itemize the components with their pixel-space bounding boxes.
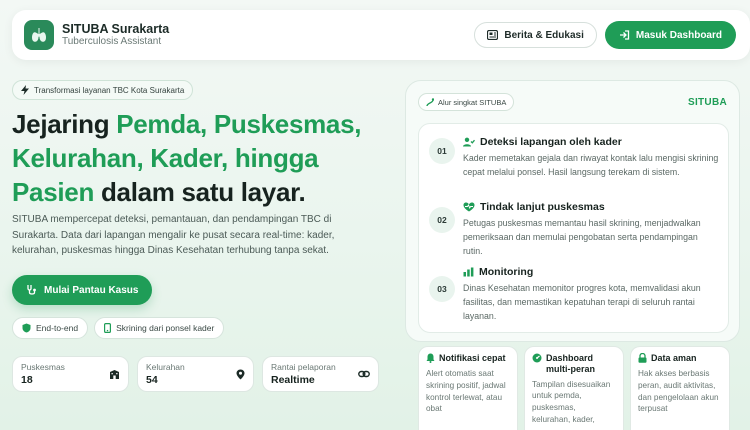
dashboard-login-label: Masuk Dashboard — [635, 29, 722, 41]
step-number: 01 — [429, 138, 455, 164]
step-title: Deteksi lapangan oleh kader — [480, 136, 622, 148]
dashboard-icon — [532, 353, 542, 375]
stat-label: Rantai pelaporan — [271, 362, 336, 372]
stat-label: Kelurahan — [146, 362, 185, 372]
link-icon — [358, 369, 370, 379]
hero-badge-label: Transformasi layanan TBC Kota Surakarta — [34, 85, 185, 95]
start-monitoring-button[interactable]: Mulai Pantau Kasus — [12, 275, 153, 305]
hero-headline: Jejaring Pemda, Puskesmas, Kelurahan, Ka… — [12, 108, 392, 209]
phone-icon — [104, 323, 112, 333]
step-item: 02 Tindak lanjut puskesmas Petugas puske… — [429, 201, 719, 258]
headline-part1: Jejaring — [12, 109, 117, 139]
stat-value: 54 — [146, 374, 158, 386]
brand-title: SITUBA Surakarta — [62, 22, 170, 37]
top-navbar: SITUBA Surakarta Tuberculosis Assistant … — [12, 10, 750, 60]
route-icon — [426, 97, 434, 107]
feature-card-security: Data aman Hak akses berbasis peran, audi… — [630, 346, 730, 430]
headline-part2: dalam satu layar. — [94, 176, 306, 207]
step-number: 02 — [429, 207, 455, 233]
chart-icon — [463, 267, 474, 277]
flow-panel: Alur singkat SITUBA SITUBA 01 Deteksi la… — [405, 80, 740, 342]
lungs-icon[interactable] — [24, 20, 54, 50]
start-monitoring-label: Mulai Pantau Kasus — [44, 284, 139, 296]
card-title: Data aman — [651, 353, 697, 363]
feature-card-dashboard: Dashboard multi-peran Tampilan disesuaik… — [524, 346, 624, 430]
stat-value: 18 — [21, 374, 33, 386]
step-text: Kader memetakan gejala dan riwayat konta… — [463, 153, 719, 178]
card-title: Dashboard multi-peran — [546, 353, 596, 374]
card-title: Notifikasi cepat — [439, 353, 506, 363]
stat-puskesmas: Puskesmas 18 — [12, 356, 129, 392]
flow-badge-label: Alur singkat SITUBA — [438, 97, 507, 107]
panel-brand: SITUBA — [687, 97, 727, 108]
step-text: Dinas Kesehatan memonitor progres kota, … — [463, 283, 701, 322]
news-button-label: Berita & Edukasi — [504, 29, 584, 41]
tag-phone-screening: Skrining dari ponsel kader — [94, 317, 225, 339]
newspaper-icon — [487, 30, 499, 40]
news-button[interactable]: Berita & Edukasi — [474, 22, 597, 48]
heart-pulse-icon — [463, 202, 475, 212]
card-text: Hak akses berbasis peran, audit aktivita… — [638, 368, 719, 414]
tag-label: Skrining dari ponsel kader — [116, 323, 215, 333]
stat-label: Puskesmas — [21, 362, 65, 372]
building-icon — [109, 369, 120, 380]
hero-description: SITUBA mempercepat deteksi, pemantauan, … — [12, 214, 335, 256]
stat-kelurahan: Kelurahan 54 — [137, 356, 254, 392]
dashboard-login-button[interactable]: Masuk Dashboard — [604, 21, 736, 49]
brand-subtitle: Tuberculosis Assistant — [62, 36, 162, 48]
stat-reporting-chain: Rantai pelaporan Realtime — [262, 356, 379, 392]
step-number: 03 — [429, 276, 455, 302]
card-text: Tampilan disesuaikan untuk pemda, puskes… — [532, 379, 611, 425]
step-title: Tindak lanjut puskesmas — [480, 201, 605, 213]
lock-icon — [638, 353, 647, 364]
hero-badge: Transformasi layanan TBC Kota Surakarta — [12, 80, 194, 100]
step-title: Monitoring — [479, 266, 534, 278]
bolt-icon — [21, 85, 29, 95]
steps-list: 01 Deteksi lapangan oleh kader Kader mem… — [418, 123, 729, 333]
stethoscope-icon — [26, 284, 38, 296]
feature-card-notifications: Notifikasi cepat Alert otomatis saat skr… — [418, 346, 518, 430]
tag-label: End-to-end — [36, 323, 79, 333]
tag-end-to-end: End-to-end — [12, 317, 89, 339]
login-icon — [619, 30, 630, 40]
step-text: Petugas puskesmas memantau hasil skrinin… — [463, 218, 701, 257]
step-item: 03 Monitoring Dinas Kesehatan memonitor … — [429, 266, 719, 323]
bell-icon — [426, 353, 435, 364]
step-item: 01 Deteksi lapangan oleh kader Kader mem… — [429, 136, 719, 179]
user-check-icon — [463, 137, 475, 147]
shield-icon — [22, 323, 31, 333]
flow-badge: Alur singkat SITUBA — [418, 93, 515, 111]
brand[interactable]: SITUBA Surakarta Tuberculosis Assistant — [62, 22, 169, 48]
map-pin-icon — [236, 369, 245, 380]
card-text: Alert otomatis saat skrining positif, ja… — [426, 368, 506, 414]
stat-value: Realtime — [271, 374, 315, 386]
